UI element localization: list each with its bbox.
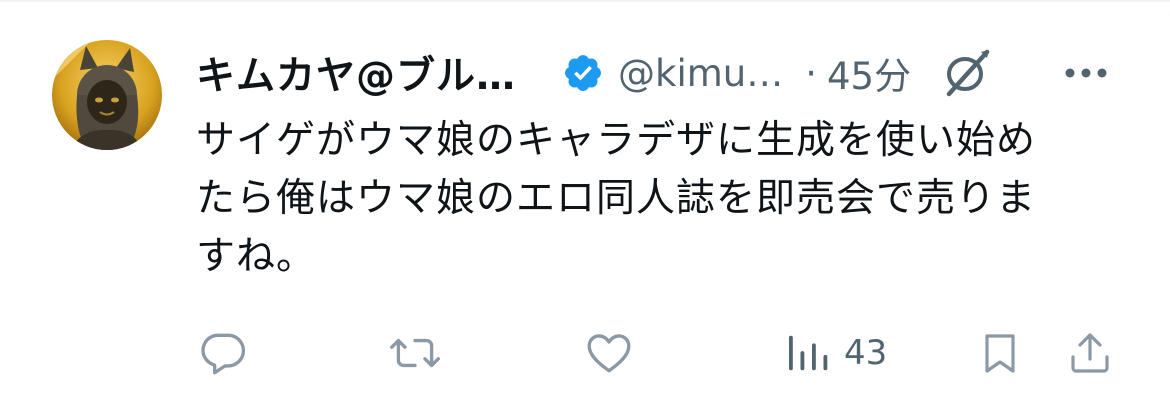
views-button[interactable]: 43 bbox=[784, 318, 887, 388]
tweet-text: サイゲがウマ娘のキャラデザに生成を使い始め たら俺はウマ娘のエロ同人誌を即売会で… bbox=[196, 112, 1126, 286]
divider bbox=[0, 0, 1170, 2]
grok-icon[interactable] bbox=[941, 46, 995, 100]
tweet-actions: 43 bbox=[0, 318, 1170, 388]
heart-icon[interactable] bbox=[584, 318, 634, 388]
user-avatar[interactable] bbox=[52, 40, 162, 150]
tweet-text-line: サイゲがウマ娘のキャラデザに生成を使い始め bbox=[196, 118, 1037, 163]
tweet[interactable]: キムカヤ@ブル… @kimu… · 45分 サイゲがウマ娘のキャラデザに生成を使… bbox=[0, 0, 1170, 418]
analytics-icon bbox=[784, 330, 830, 376]
views-count: 43 bbox=[844, 333, 888, 373]
verified-badge-icon[interactable] bbox=[562, 52, 604, 94]
timestamp[interactable]: 45分 bbox=[827, 46, 911, 100]
tweet-text-line: すね。 bbox=[196, 234, 317, 279]
share-icon[interactable] bbox=[1066, 318, 1114, 388]
repost-icon[interactable] bbox=[388, 318, 442, 388]
display-name[interactable]: キムカヤ@ブル… bbox=[196, 45, 516, 101]
tweet-text-line: たら俺はウマ娘のエロ同人誌を即売会で売りま bbox=[196, 176, 1037, 221]
reply-icon[interactable] bbox=[198, 318, 248, 388]
more-icon[interactable] bbox=[1060, 38, 1112, 108]
tweet-header: キムカヤ@ブル… @kimu… · 45分 bbox=[196, 38, 1112, 108]
separator-dot: · bbox=[805, 51, 817, 95]
bookmark-icon[interactable] bbox=[976, 318, 1024, 388]
user-handle[interactable]: @kimu… bbox=[618, 52, 783, 95]
